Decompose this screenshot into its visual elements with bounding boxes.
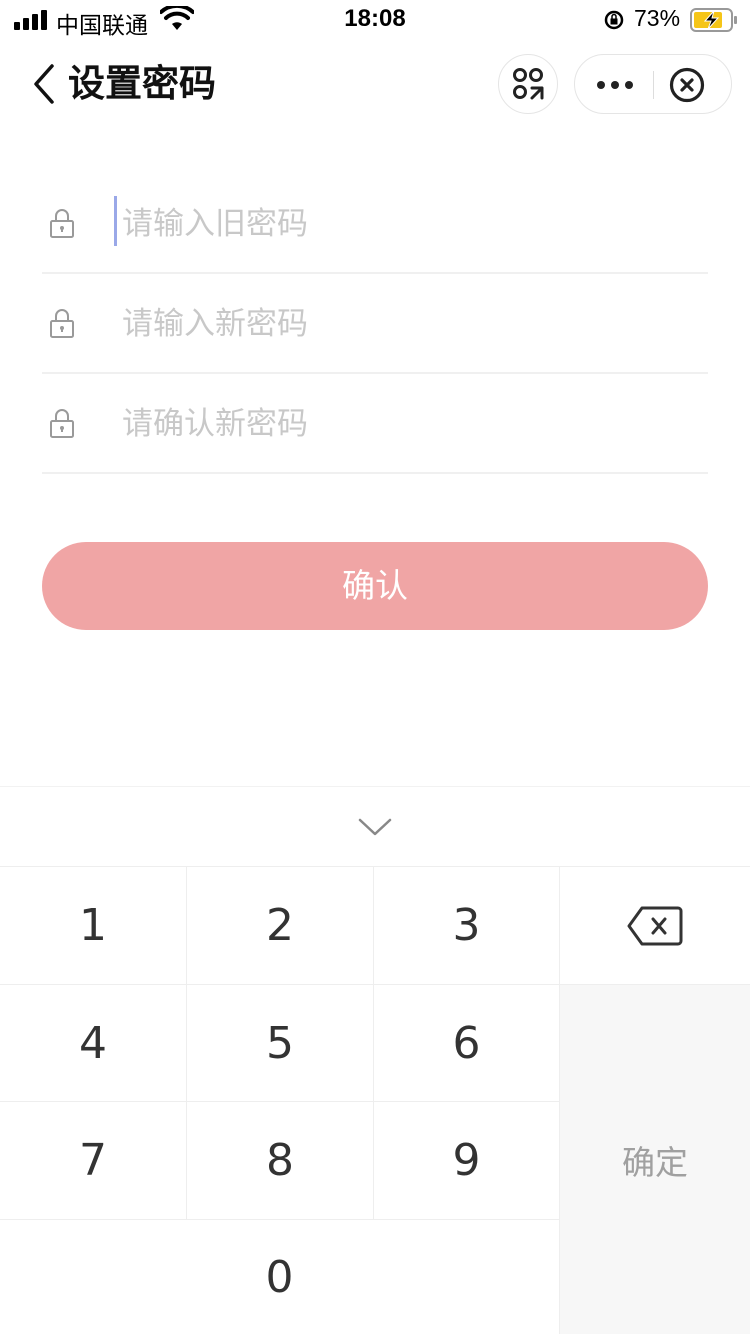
confirm-password-field	[42, 374, 708, 474]
lock-icon	[50, 209, 74, 238]
lock-icon	[50, 409, 74, 438]
key-3[interactable]: 3	[374, 867, 560, 985]
old-password-field	[42, 174, 708, 274]
key-8[interactable]: 8	[187, 1102, 374, 1220]
more-icon[interactable]	[593, 73, 637, 97]
battery-icon	[690, 8, 737, 32]
numeric-keyboard: 1 2 3 4 5 6 7 8 9 0 确定	[0, 866, 750, 1334]
key-5[interactable]: 5	[187, 985, 374, 1102]
chevron-down-icon[interactable]	[358, 817, 392, 837]
text-caret	[114, 196, 117, 246]
status-bar: 中国联通 18:08 73%	[0, 0, 750, 40]
old-password-input[interactable]	[122, 200, 682, 248]
backspace-key[interactable]	[560, 867, 750, 985]
key-2[interactable]: 2	[187, 867, 374, 985]
rotation-lock-icon	[604, 10, 624, 30]
confirm-button[interactable]: 确认	[42, 542, 708, 630]
lock-icon	[50, 309, 74, 338]
page-title: 设置密码	[68, 62, 216, 105]
key-0[interactable]: 0	[0, 1220, 560, 1334]
key-9[interactable]: 9	[374, 1102, 560, 1220]
key-6[interactable]: 6	[374, 985, 560, 1102]
confirm-password-input[interactable]	[122, 400, 682, 448]
capsule-divider	[653, 71, 654, 99]
nav-bar: 设置密码	[0, 48, 750, 120]
scan-icon	[513, 68, 544, 100]
key-7[interactable]: 7	[0, 1102, 187, 1220]
password-form	[42, 174, 708, 474]
key-4[interactable]: 4	[0, 985, 187, 1102]
keyboard-ok-key[interactable]: 确定	[560, 985, 750, 1334]
battery-percent: 73%	[634, 5, 681, 31]
new-password-input[interactable]	[122, 300, 682, 348]
key-1[interactable]: 1	[0, 867, 187, 985]
new-password-field	[42, 274, 708, 374]
keyboard-toolbar	[0, 786, 750, 866]
scan-button[interactable]	[498, 54, 558, 114]
close-icon[interactable]	[669, 67, 705, 103]
menu-capsule	[574, 54, 732, 114]
back-icon[interactable]	[28, 62, 58, 106]
backspace-icon	[627, 906, 683, 945]
